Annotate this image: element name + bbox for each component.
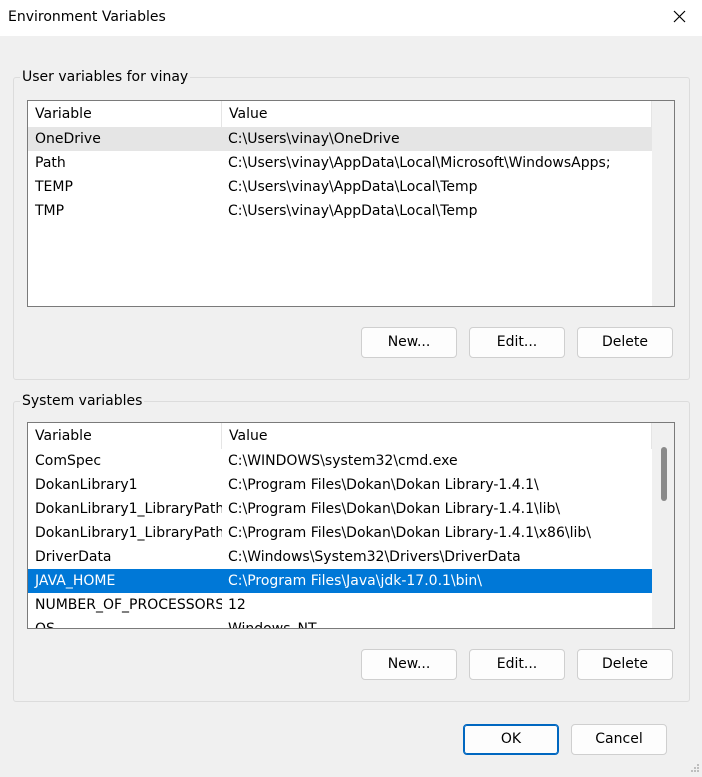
variable-name: NUMBER_OF_PROCESSORS [35,597,222,613]
variable-name: OneDrive [35,131,101,147]
variable-value: Windows_NT [228,621,317,629]
user-delete-button[interactable]: Delete [577,327,673,358]
list-item[interactable]: TMP C:\Users\vinay\AppData\Local\Temp [28,199,652,223]
system-variables-list[interactable]: Variable Value ComSpec C:\WINDOWS\system… [27,422,675,629]
list-item[interactable]: TEMP C:\Users\vinay\AppData\Local\Temp [28,175,652,199]
close-icon [673,10,686,27]
variable-value: C:\Users\vinay\OneDrive [228,131,400,147]
variable-value: C:\Windows\System32\Drivers\DriverData [228,549,521,565]
variable-name: JAVA_HOME [35,573,116,589]
variable-name: ComSpec [35,453,102,469]
variable-value: C:\Program Files\Dokan\Dokan Library-1.4… [228,501,561,517]
window-title: Environment Variables [8,9,166,25]
variable-name: TMP [35,203,65,219]
list-item[interactable]: NUMBER_OF_PROCESSORS 12 [28,593,652,617]
column-header-variable[interactable]: Variable [28,101,222,127]
variable-name: DokanLibrary1 [35,477,138,493]
variable-value: C:\Users\vinay\AppData\Local\Microsoft\W… [228,155,611,171]
variable-value: C:\Program Files\Java\jdk-17.0.1\bin\ [228,573,483,589]
user-variables-list[interactable]: Variable Value OneDrive C:\Users\vinay\O… [27,100,675,307]
variable-name: TEMP [35,179,73,195]
system-new-button[interactable]: New... [361,649,457,680]
variable-value: C:\Program Files\Dokan\Dokan Library-1.4… [228,525,591,541]
list-item[interactable]: DokanLibrary1 C:\Program Files\Dokan\Dok… [28,473,652,497]
system-list-scrollbar[interactable] [652,423,674,628]
list-item-selected[interactable]: JAVA_HOME C:\Program Files\Java\jdk-17.0… [28,569,652,593]
variable-value: 12 [228,597,246,613]
system-variables-label: System variables [20,393,145,409]
column-header-value[interactable]: Value [222,101,652,127]
variable-value: C:\Users\vinay\AppData\Local\Temp [228,203,478,219]
variable-name: OS [35,621,55,629]
list-item[interactable]: DokanLibrary1_LibraryPath... C:\Program … [28,521,652,545]
list-item[interactable]: OneDrive C:\Users\vinay\OneDrive [28,127,652,151]
user-edit-button[interactable]: Edit... [469,327,565,358]
column-header-variable[interactable]: Variable [28,423,222,449]
cancel-button[interactable]: Cancel [571,724,667,755]
variable-value: C:\Users\vinay\AppData\Local\Temp [228,179,478,195]
variable-name: DriverData [35,549,112,565]
list-item[interactable]: ComSpec C:\WINDOWS\system32\cmd.exe [28,449,652,473]
list-item[interactable]: OS Windows_NT [28,617,652,629]
list-item[interactable]: DokanLibrary1_LibraryPath... C:\Program … [28,497,652,521]
variable-name: Path [35,155,66,171]
list-item[interactable]: DriverData C:\Windows\System32\Drivers\D… [28,545,652,569]
system-edit-button[interactable]: Edit... [469,649,565,680]
system-list-header: Variable Value [28,423,652,449]
user-new-button[interactable]: New... [361,327,457,358]
resize-grip-icon[interactable] [690,761,700,772]
variable-name: DokanLibrary1_LibraryPath... [35,525,222,541]
title-bar: Environment Variables [0,0,702,36]
variable-value: C:\WINDOWS\system32\cmd.exe [228,453,458,469]
user-list-header: Variable Value [28,101,652,127]
close-button[interactable] [656,0,702,36]
user-variables-label: User variables for vinay [20,69,191,85]
variable-name: DokanLibrary1_LibraryPath... [35,501,222,517]
ok-button[interactable]: OK [463,724,559,755]
user-list-scrollbar[interactable] [652,101,674,306]
list-item[interactable]: Path C:\Users\vinay\AppData\Local\Micros… [28,151,652,175]
variable-value: C:\Program Files\Dokan\Dokan Library-1.4… [228,477,539,493]
scrollbar-thumb[interactable] [661,447,667,501]
system-delete-button[interactable]: Delete [577,649,673,680]
column-header-value[interactable]: Value [222,423,652,449]
